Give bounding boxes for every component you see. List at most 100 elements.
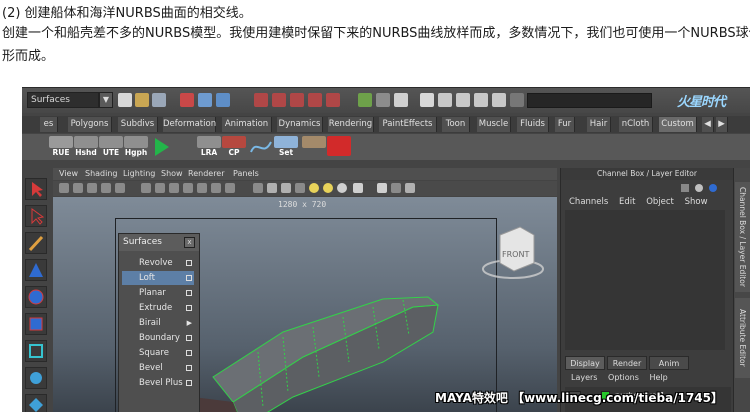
tab-render[interactable]: Render	[607, 356, 647, 370]
open-scene-icon[interactable]	[135, 93, 149, 107]
tab-toon[interactable]: Toon	[442, 117, 470, 132]
menu-show[interactable]: Show	[161, 168, 183, 180]
option-box-icon[interactable]	[186, 335, 192, 341]
shelf-button-play[interactable]	[149, 136, 173, 158]
render-view-icon[interactable]	[456, 93, 470, 107]
option-box-icon[interactable]	[186, 365, 192, 371]
frame-all-icon[interactable]	[391, 183, 401, 193]
tab-deformation[interactable]: Deformation	[163, 117, 216, 132]
snap-curve-icon[interactable]	[272, 93, 286, 107]
menu-shading[interactable]: Shading	[85, 168, 118, 180]
hypershade-icon[interactable]	[438, 93, 452, 107]
save-scene-icon[interactable]	[152, 93, 166, 107]
tab-anim[interactable]: Anim	[649, 356, 689, 370]
select-camera-icon[interactable]	[377, 183, 387, 193]
menu-object[interactable]: Object	[646, 197, 674, 207]
menu-edit[interactable]: Edit	[619, 197, 635, 207]
menu-layers[interactable]: Layers	[571, 373, 597, 382]
shelf-button-hshd[interactable]: Hshd	[74, 136, 98, 158]
view-cube[interactable]: FRONT	[478, 217, 548, 287]
tab-es[interactable]: es	[40, 117, 58, 132]
wireframe-on-shaded-icon[interactable]	[281, 183, 291, 193]
snap-grid-icon[interactable]	[254, 93, 268, 107]
menu-view[interactable]: View	[59, 168, 78, 180]
close-icon[interactable]: x	[184, 237, 195, 248]
side-tab-channel-box[interactable]: Channel Box / Layer Editor	[735, 182, 750, 292]
quick-input-field[interactable]	[527, 93, 652, 108]
manipulator-tool-icon[interactable]	[25, 340, 47, 362]
safe-title-icon[interactable]	[211, 183, 221, 193]
shelf-button-hgph[interactable]: Hgph	[124, 136, 148, 158]
make-live-icon[interactable]	[326, 93, 340, 107]
resolution-gate-icon[interactable]	[155, 183, 165, 193]
safe-action-icon[interactable]	[197, 183, 207, 193]
tab-animation[interactable]: Animation	[222, 117, 272, 132]
isolate-icon[interactable]	[225, 183, 235, 193]
soft-mod-tool-icon[interactable]	[25, 367, 47, 389]
shelf-button-cp[interactable]: CP	[222, 136, 246, 158]
history-icon[interactable]	[358, 93, 372, 107]
side-tab-attribute-editor[interactable]: Attribute Editor	[735, 298, 750, 378]
chevron-down-icon[interactable]: ▼	[99, 92, 113, 108]
shelf-button-lra[interactable]: LRA	[197, 136, 221, 158]
tab-rendering[interactable]: Rendering	[328, 117, 374, 132]
tab-muscle[interactable]: Muscle	[477, 117, 511, 132]
menu-item-bevel[interactable]: Bevel	[122, 361, 194, 375]
all-lights-icon[interactable]	[323, 183, 333, 193]
shelf-button-set[interactable]: Set	[274, 136, 298, 158]
menu-item-square[interactable]: Square	[122, 346, 194, 360]
menu-renderer[interactable]: Renderer	[188, 168, 225, 180]
new-scene-icon[interactable]	[118, 93, 132, 107]
tab-display[interactable]: Display	[565, 356, 605, 370]
move-tool-icon[interactable]	[25, 259, 47, 281]
grid-icon[interactable]	[115, 183, 125, 193]
tab-fluids[interactable]: Fluids	[517, 117, 549, 132]
menu-help[interactable]: Help	[649, 373, 667, 382]
input-line-icon[interactable]	[510, 93, 524, 107]
render-settings-icon[interactable]	[420, 93, 434, 107]
tool-settings-icon[interactable]	[709, 184, 717, 192]
menu-lighting[interactable]: Lighting	[123, 168, 155, 180]
chevron-right-icon[interactable]: ▶	[716, 117, 728, 132]
shadows-icon[interactable]	[337, 183, 347, 193]
render-icon[interactable]	[376, 93, 390, 107]
smooth-shade-icon[interactable]	[267, 183, 277, 193]
shelf-button-rue[interactable]: RUE	[49, 136, 73, 158]
select-component-icon[interactable]	[216, 93, 230, 107]
share-icon[interactable]	[405, 183, 415, 193]
tab-hair[interactable]: Hair	[587, 117, 611, 132]
select-object-icon[interactable]	[198, 93, 212, 107]
show-attribute-icon[interactable]	[474, 93, 488, 107]
menu-item-revolve[interactable]: Revolve	[122, 256, 194, 270]
tab-subdivs[interactable]: Subdivs	[118, 117, 158, 132]
menu-item-bevel-plus[interactable]: Bevel Plus	[122, 376, 194, 390]
textured-icon[interactable]	[295, 183, 305, 193]
camera-attributes-icon[interactable]	[73, 183, 83, 193]
snap-point-icon[interactable]	[290, 93, 304, 107]
layout-tool-icon[interactable]	[25, 394, 47, 412]
camera-icon[interactable]	[59, 183, 69, 193]
tab-polygons[interactable]: Polygons	[68, 117, 112, 132]
option-box-icon[interactable]	[186, 275, 192, 281]
attribute-icon[interactable]	[695, 184, 703, 192]
menu-channels[interactable]: Channels	[569, 197, 608, 207]
shelf-button-counter[interactable]	[302, 136, 326, 158]
option-box-icon[interactable]	[186, 380, 192, 386]
option-box-icon[interactable]	[186, 305, 192, 311]
gate-mask-icon[interactable]	[169, 183, 179, 193]
option-box-icon[interactable]	[186, 350, 192, 356]
select-hierarchy-icon[interactable]	[180, 93, 194, 107]
menu-item-extrude[interactable]: Extrude	[122, 301, 194, 315]
select-tool-icon[interactable]	[25, 178, 47, 200]
tab-ncloth[interactable]: nCloth	[619, 117, 653, 132]
lasso-tool-icon[interactable]	[25, 205, 47, 227]
ipr-render-icon[interactable]	[394, 93, 408, 107]
menu-item-loft[interactable]: Loft	[122, 271, 194, 285]
option-box-icon[interactable]	[186, 290, 192, 296]
scale-tool-icon[interactable]	[25, 313, 47, 335]
shelf-button-ute[interactable]: UTE	[99, 136, 123, 158]
option-box-icon[interactable]	[186, 260, 192, 266]
tab-dynamics[interactable]: Dynamics	[277, 117, 323, 132]
menu-item-birail[interactable]: Birail ▶	[122, 316, 194, 330]
xray-icon[interactable]	[353, 183, 363, 193]
